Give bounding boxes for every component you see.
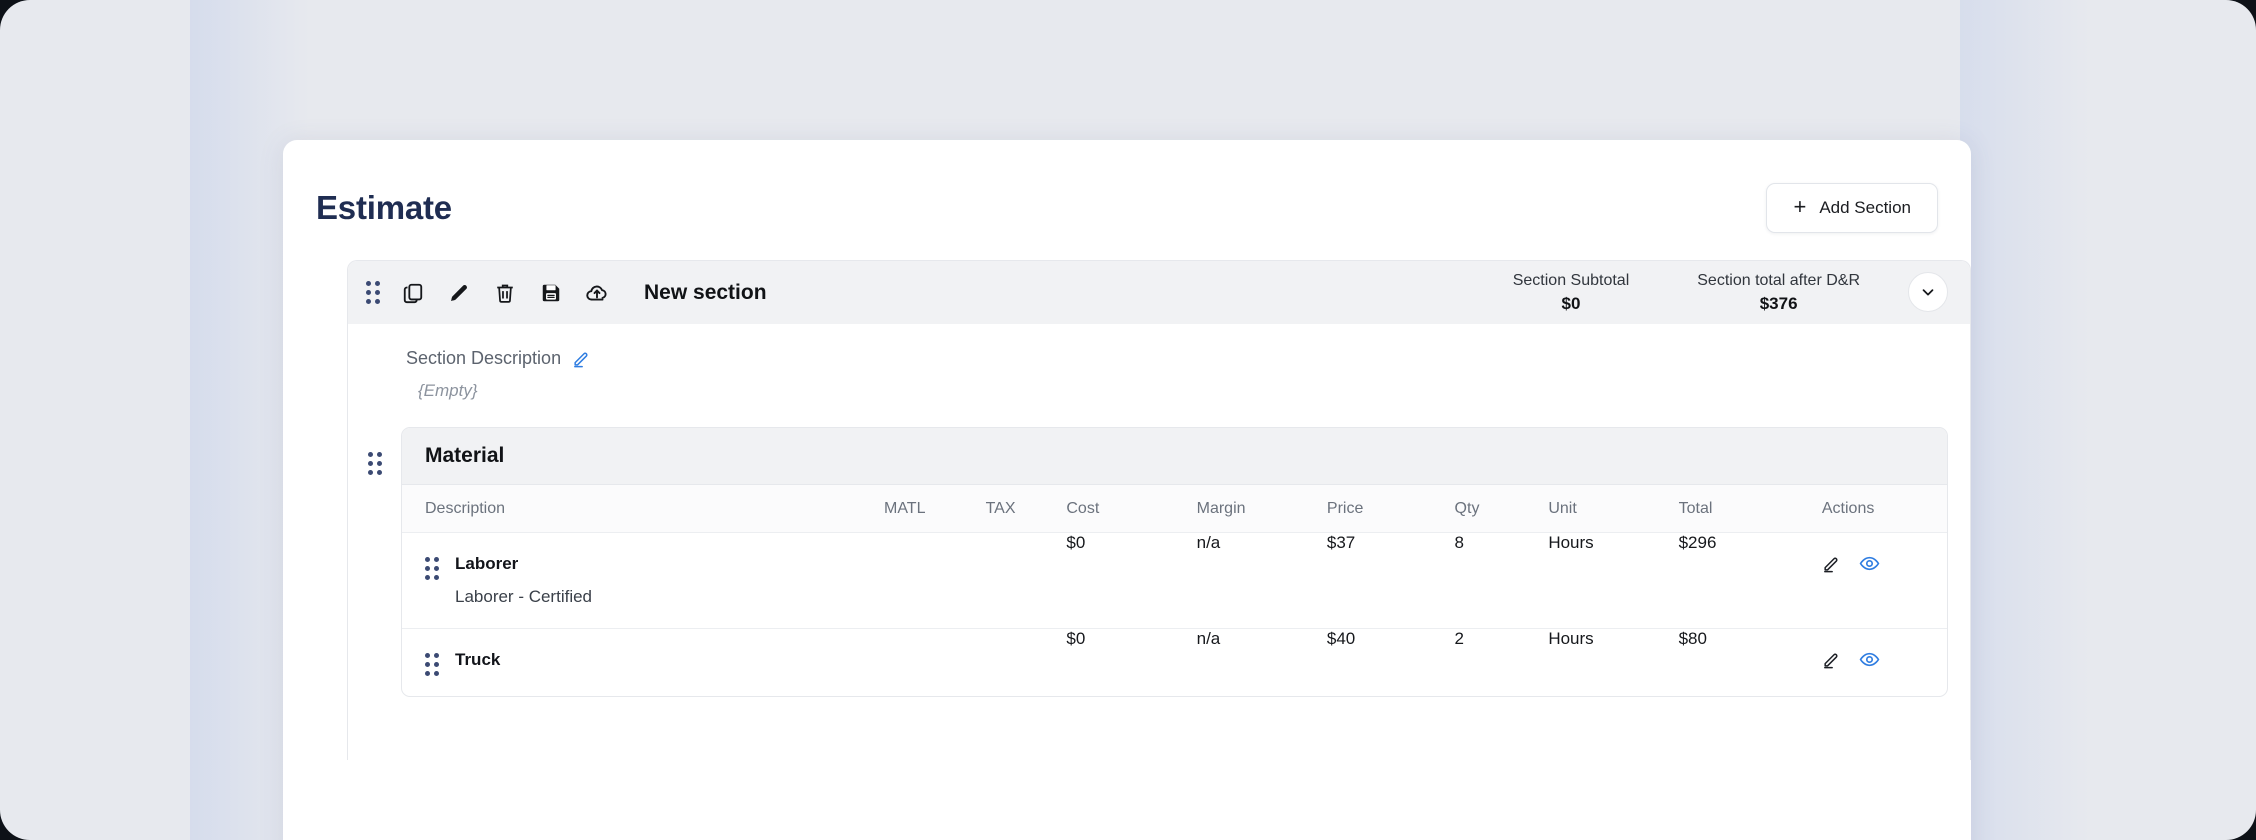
row-unit: Hours [1548, 532, 1679, 629]
section-total-after-dr-value: $376 [1759, 293, 1798, 313]
pencil-edit-icon[interactable] [1822, 554, 1841, 573]
row-tax [986, 628, 1067, 696]
section-total-after-dr-label: Section total after D&R [1697, 271, 1860, 289]
row-item-name: Truck [455, 649, 501, 669]
column-header-total: Total [1678, 485, 1822, 533]
row-price: $37 [1326, 532, 1455, 629]
row-qty: 8 [1454, 532, 1549, 629]
section-description-value: {Empty} [418, 381, 478, 400]
row-total: $296 [1678, 532, 1822, 629]
duplicate-icon[interactable] [400, 280, 426, 306]
material-group-title: Material [425, 444, 505, 467]
section-name: New section [644, 280, 767, 304]
section-container: New section Section Subtotal $0 Section … [347, 260, 1971, 760]
section-toolbar: New section Section Subtotal $0 Section … [348, 261, 1970, 324]
material-group-header: Material [402, 428, 1947, 485]
plus-icon: + [1793, 194, 1807, 219]
material-group: Material Description MATL TAX Cost Margi… [348, 427, 1970, 697]
estimate-card: Estimate + Add Section New section Secti… [283, 140, 1971, 840]
row-actions [1822, 533, 1947, 594]
row-total: $80 [1678, 628, 1707, 648]
pencil-icon[interactable] [446, 280, 472, 306]
eye-icon[interactable] [1859, 649, 1880, 670]
row-item-subtitle: Laborer - Certified [455, 587, 593, 607]
page-surface: Estimate + Add Section New section Secti… [0, 0, 2256, 840]
table-row[interactable]: Laborer Laborer - Certified $0 n/a $37 8… [402, 532, 1947, 629]
row-cost: $0 [1066, 628, 1086, 648]
section-description: Section Description {Empty} [348, 324, 1970, 401]
column-header-margin: Margin [1196, 485, 1327, 533]
table-row[interactable]: Truck $0 n/a $40 2 Hours $80 [402, 628, 1947, 696]
column-header-unit: Unit [1548, 485, 1679, 533]
add-section-button[interactable]: + Add Section [1766, 183, 1938, 233]
row-description-cell: Truck [402, 629, 884, 696]
row-item-name: Laborer [455, 554, 519, 573]
save-icon[interactable] [538, 280, 564, 306]
column-header-tax: TAX [985, 485, 1067, 533]
chevron-down-icon[interactable] [1908, 272, 1948, 313]
section-subtotal-value: $0 [1561, 293, 1581, 313]
row-qty: 2 [1454, 628, 1465, 648]
row-actions [1822, 629, 1947, 690]
drag-handle-icon[interactable] [368, 452, 382, 475]
section-description-row: Section Description [406, 348, 1970, 369]
column-header-actions: Actions [1821, 485, 1947, 533]
row-price: $40 [1326, 628, 1356, 648]
row-description-cell: Laborer Laborer - Certified [402, 533, 884, 628]
drag-handle-icon[interactable] [366, 281, 380, 304]
section-subtotal: Section Subtotal $0 [1479, 269, 1664, 317]
section-subtotal-label: Section Subtotal [1512, 271, 1630, 289]
row-unit: Hours [1548, 628, 1594, 648]
table-header-row: Description MATL TAX Cost Margin Price Q… [402, 485, 1947, 533]
add-section-label: Add Section [1819, 198, 1911, 217]
trash-icon[interactable] [492, 280, 518, 306]
drag-handle-icon[interactable] [425, 557, 439, 580]
section-totals: Section Subtotal $0 Section total after … [1479, 269, 1948, 317]
row-tax [985, 532, 1067, 629]
pencil-edit-icon[interactable] [572, 349, 591, 368]
pencil-edit-icon[interactable] [1822, 650, 1841, 669]
row-matl [883, 532, 986, 629]
material-group-card: Material Description MATL TAX Cost Margi… [401, 427, 1948, 697]
column-header-matl: MATL [883, 485, 986, 533]
line-items-table: Description MATL TAX Cost Margin Price Q… [402, 485, 1947, 696]
row-margin: n/a [1196, 532, 1327, 629]
row-margin: n/a [1196, 628, 1221, 648]
row-matl [884, 628, 986, 696]
page-title: Estimate [316, 189, 452, 226]
column-header-price: Price [1326, 485, 1455, 533]
section-tool-icons [366, 280, 610, 306]
row-cost: $0 [1066, 532, 1197, 629]
column-header-cost: Cost [1066, 485, 1197, 533]
section-description-label: Section Description [406, 348, 562, 368]
column-header-qty: Qty [1454, 485, 1549, 533]
cloud-upload-icon[interactable] [584, 280, 610, 306]
eye-icon[interactable] [1859, 553, 1880, 574]
section-total-after-dr: Section total after D&R $376 [1663, 269, 1894, 317]
column-header-description: Description [402, 485, 884, 533]
card-header: Estimate + Add Section [316, 140, 1938, 260]
drag-handle-icon[interactable] [425, 652, 439, 676]
